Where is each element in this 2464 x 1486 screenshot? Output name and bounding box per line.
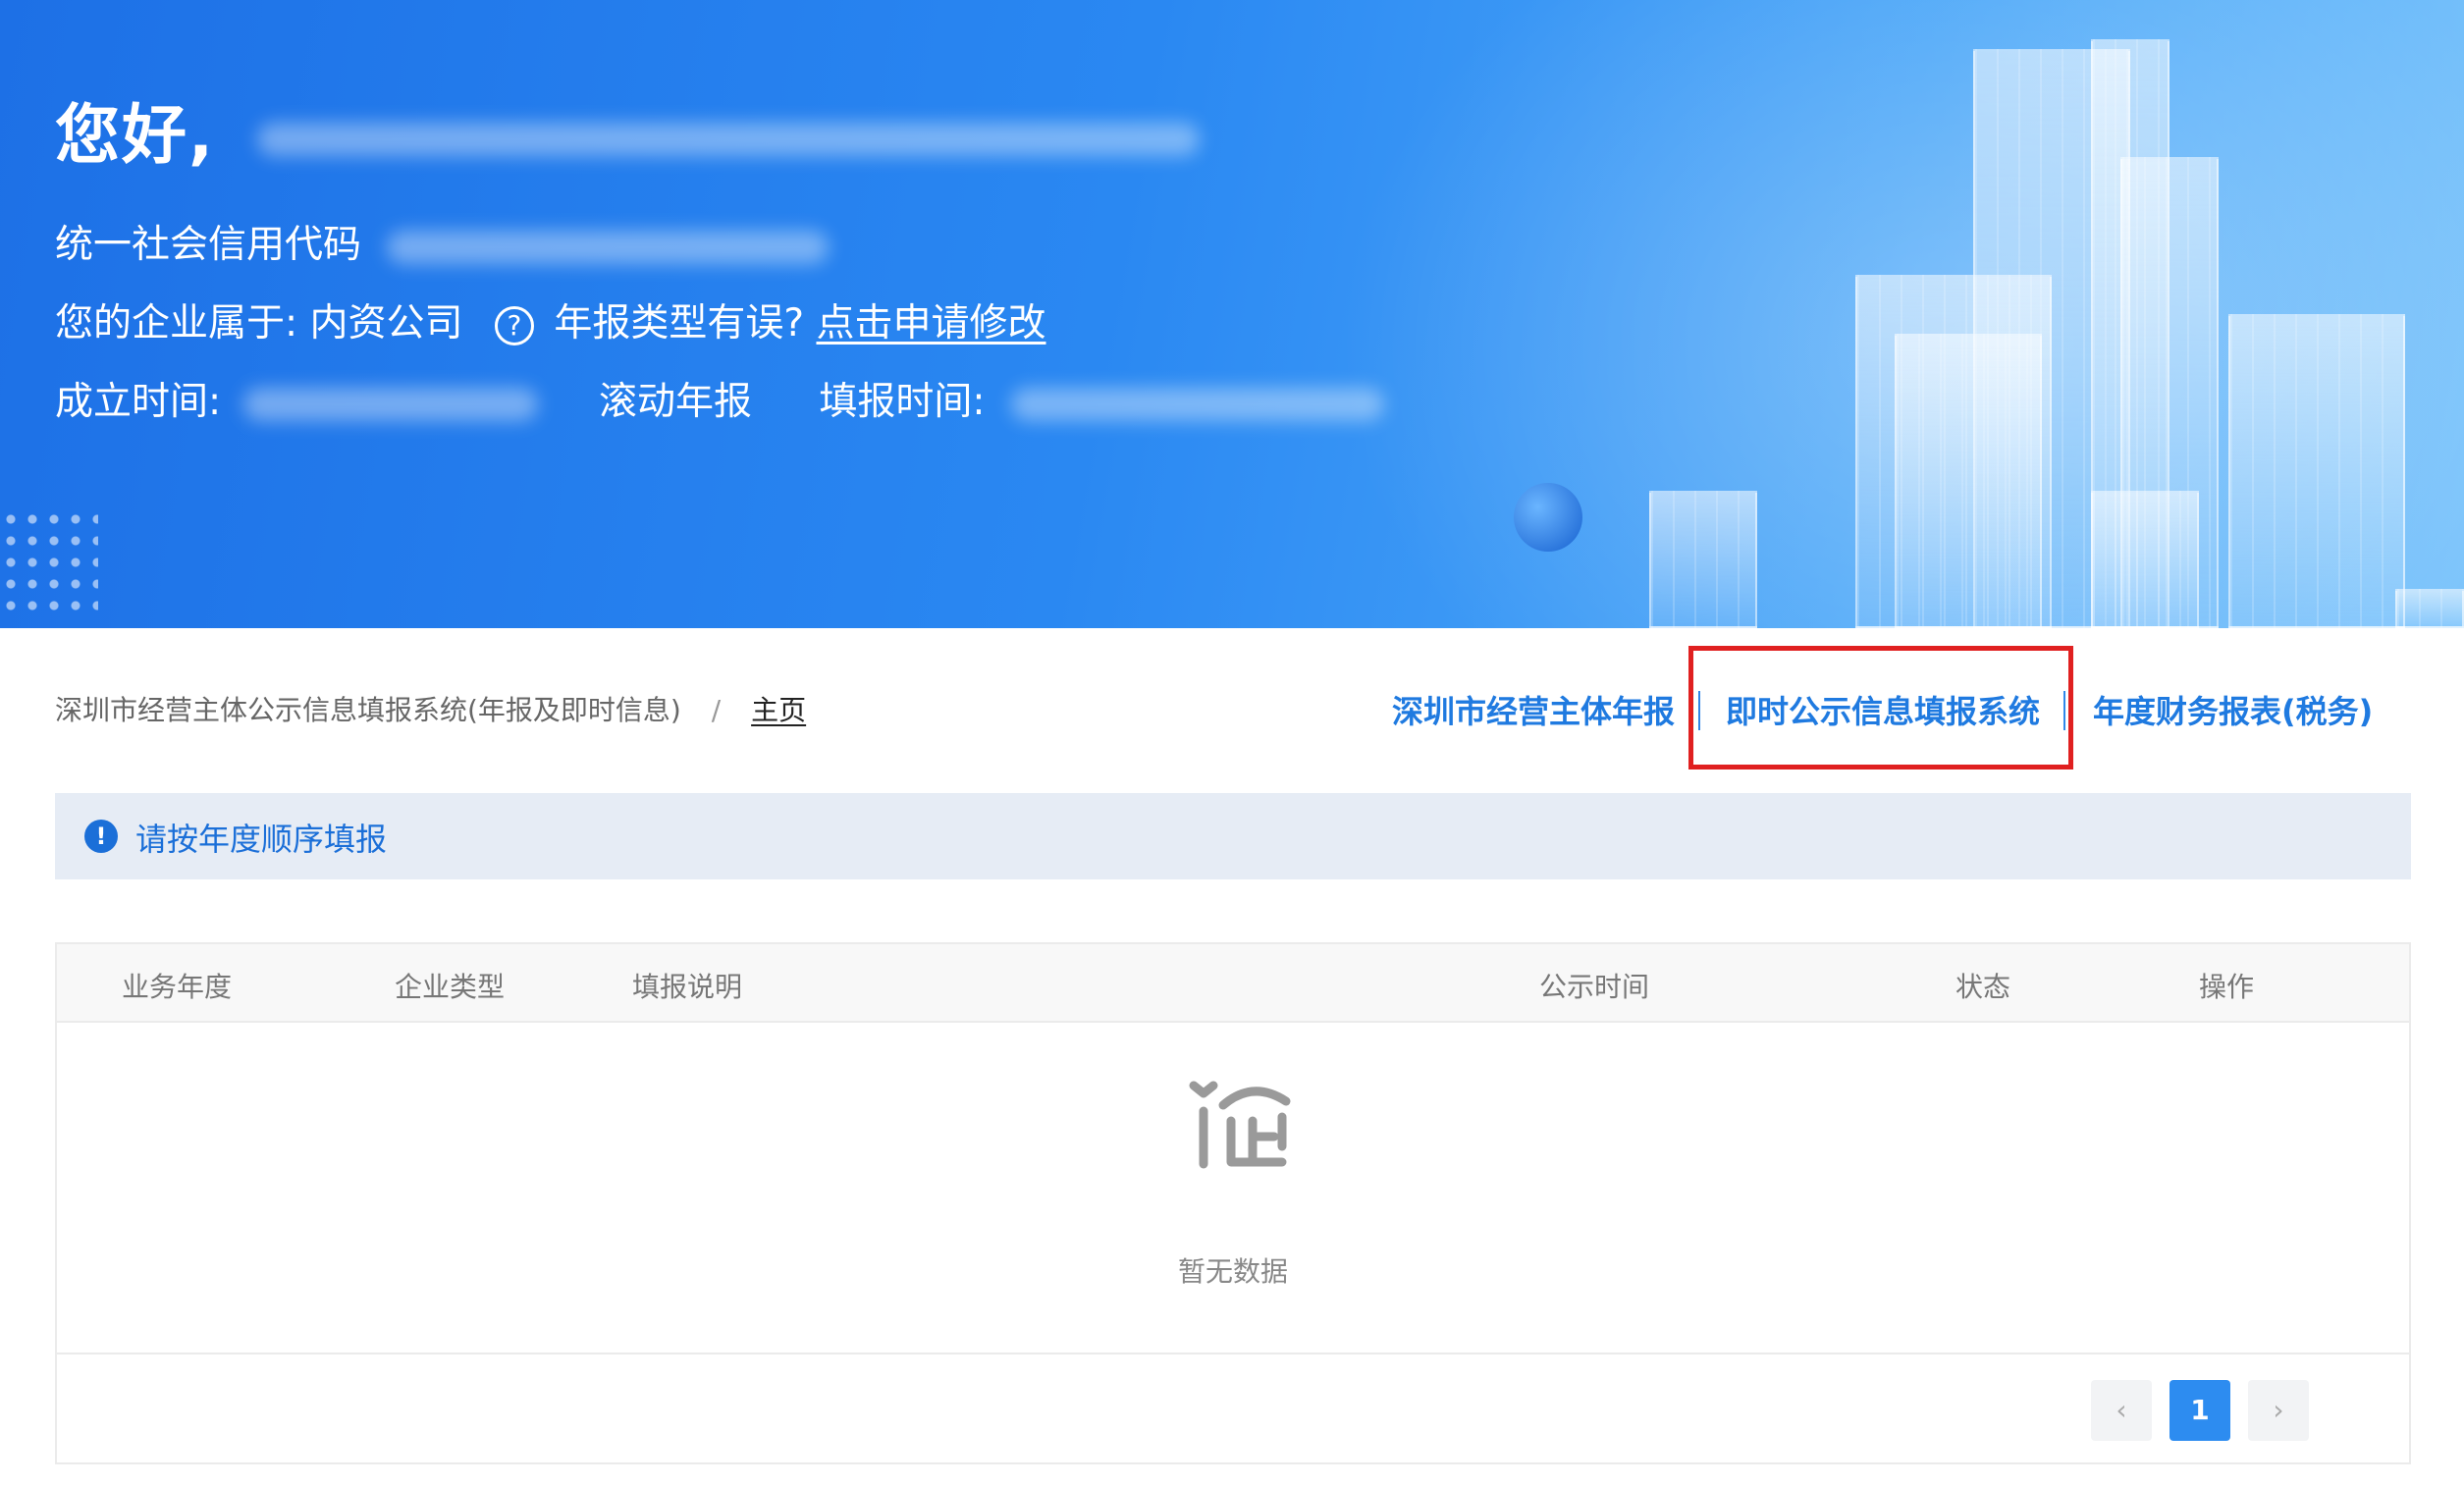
fill-time-label: 填报时间: — [819, 380, 986, 424]
report-table: 业务年度 企业类型 填报说明 公示时间 状态 操作 暂无数据 ‹ 1 › — [55, 942, 2411, 1464]
empty-data-text: 暂无数据 — [1177, 1255, 1288, 1288]
established-row: 成立时间: 滚动年报 填报时间: — [55, 371, 1384, 426]
decorative-dots — [0, 508, 98, 618]
table-header: 业务年度 企业类型 填报说明 公示时间 状态 操作 — [57, 944, 2409, 1023]
rolling-report-label: 滚动年报 — [598, 380, 752, 424]
company-type-label: 您的企业属于: — [55, 301, 298, 345]
building-illustration — [1649, 491, 1757, 628]
established-date-blurred — [242, 387, 538, 421]
decorative-sphere — [1514, 483, 1582, 552]
empty-data-icon — [1189, 1081, 1291, 1169]
highlight-annotation-box — [1688, 646, 2073, 770]
question-icon: ? — [494, 305, 534, 345]
greeting-heading: 您好, — [55, 82, 1201, 177]
column-header-actions: 操作 — [2199, 971, 2255, 1003]
apply-modify-link[interactable]: 点击申请修改 — [816, 301, 1045, 345]
credit-code-blurred — [387, 230, 830, 264]
credit-code-row: 统一社会信用代码 — [55, 214, 830, 269]
next-page-button[interactable]: › — [2248, 1380, 2309, 1441]
building-illustration — [1855, 275, 2052, 628]
header-banner: 您好, 统一社会信用代码 您的企业属于: 内资公司 ? 年报类型有误? 点击申请… — [0, 0, 2464, 628]
credit-code-label: 统一社会信用代码 — [55, 223, 362, 267]
greeting-text: 您好, — [55, 97, 216, 173]
company-type-row: 您的企业属于: 内资公司 ? 年报类型有误? 点击申请修改 — [55, 292, 1046, 347]
column-header-publish-time: 公示时间 — [1539, 971, 1650, 1003]
building-illustration — [2228, 314, 2405, 628]
link-annual-report[interactable]: 深圳市经营主体年报 — [1392, 687, 1675, 732]
report-type-question: 年报类型有误? — [554, 301, 805, 345]
building-illustration — [2395, 589, 2464, 628]
established-label: 成立时间: — [55, 380, 222, 424]
column-header-enterprise-type: 企业类型 — [395, 971, 506, 1003]
column-header-status: 状态 — [1955, 971, 2011, 1003]
column-header-year: 业务年度 — [122, 971, 233, 1003]
pagination-bar: ‹ 1 › — [57, 1353, 2409, 1464]
info-icon: ! — [84, 820, 118, 853]
column-header-fill-instructions: 填报说明 — [632, 971, 743, 1003]
company-type-value: 内资公司 — [309, 301, 463, 345]
notice-text: 请按年度顺序填报 — [135, 821, 388, 858]
prev-page-button[interactable]: ‹ — [2091, 1380, 2152, 1441]
fill-time-blurred — [1010, 387, 1384, 421]
top-nav-links: 深圳市经营主体年报 即时公示信息填报系统 年度财务报表(税务) — [0, 687, 2464, 736]
company-name-blurred — [257, 122, 1201, 156]
link-financial-report[interactable]: 年度财务报表(税务) — [2093, 687, 2373, 732]
building-illustration — [2091, 491, 2199, 628]
page-1-button[interactable]: 1 — [2169, 1380, 2230, 1441]
notice-bar: ! 请按年度顺序填报 — [55, 793, 2411, 879]
